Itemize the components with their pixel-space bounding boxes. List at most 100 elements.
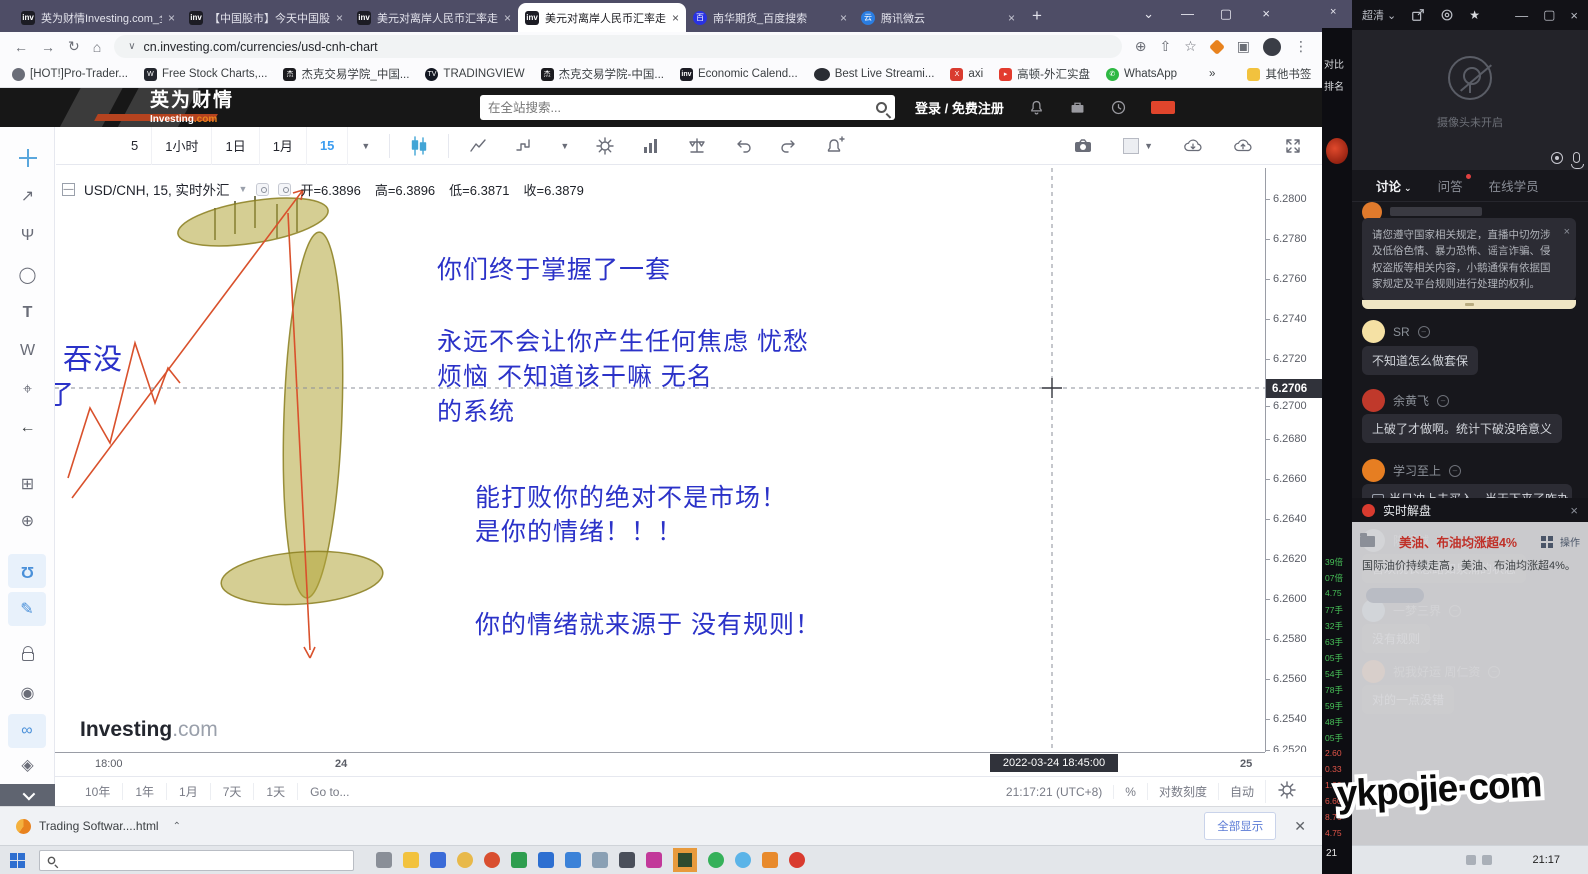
bookmark-item[interactable]: ✆WhatsApp bbox=[1106, 68, 1177, 81]
chart-canvas[interactable]: 你们终于掌握了一套 永远不会让你产生任何焦虑 忧愁 烦恼 不知道该干嘛 无名 的… bbox=[55, 168, 1265, 752]
go-to-button[interactable]: Go to... bbox=[298, 785, 361, 799]
bookmark-item[interactable]: WFree Stock Charts,... bbox=[144, 68, 267, 81]
drawing-lock-icon[interactable]: ✎ bbox=[8, 592, 46, 626]
tab-close-icon[interactable]: × bbox=[168, 11, 175, 25]
search-icon[interactable] bbox=[876, 102, 887, 113]
xabcd-pattern-tool-icon[interactable]: W bbox=[0, 334, 55, 368]
recent-clock-icon[interactable] bbox=[1110, 99, 1127, 116]
downloaded-file-chip[interactable]: Trading Softwar....html ⌃ bbox=[16, 819, 181, 834]
taskbar-app-icon[interactable] bbox=[789, 852, 805, 868]
tab-baidu-search[interactable]: 百南华期货_百度搜索× bbox=[686, 3, 854, 32]
close-icon[interactable]: × bbox=[1564, 224, 1570, 241]
browser-menu-icon[interactable]: ⋮ bbox=[1294, 38, 1308, 55]
cloud-save-icon[interactable] bbox=[1220, 127, 1266, 165]
metamask-extension-icon[interactable] bbox=[1209, 39, 1225, 55]
tab-close-icon[interactable]: × bbox=[504, 11, 511, 25]
timeframe-1h[interactable]: 1小时 bbox=[152, 127, 212, 165]
tab-china-stock[interactable]: inv【中国股市】今天中国股票...× bbox=[182, 3, 350, 32]
bookmark-item[interactable]: Best Live Streami... bbox=[814, 68, 935, 81]
trendline-tool-icon[interactable]: ↗ bbox=[0, 179, 55, 213]
quote-board-tab[interactable]: 对比 bbox=[1324, 56, 1344, 71]
cloud-load-icon[interactable] bbox=[1170, 127, 1216, 165]
back-icon[interactable]: ← bbox=[14, 39, 28, 55]
pitchfork-tool-icon[interactable]: Ψ bbox=[0, 219, 55, 253]
bookmark-item[interactable]: TVTRADINGVIEW bbox=[425, 68, 524, 81]
site-info-chevron-icon[interactable]: ∨ bbox=[128, 41, 135, 52]
taskbar-clock[interactable]: 21:17 bbox=[1532, 854, 1560, 866]
quote-board-tab[interactable]: 排名 bbox=[1324, 78, 1344, 93]
login-register-link[interactable]: 登录 / 免费注册 bbox=[915, 98, 1004, 117]
profile-avatar[interactable] bbox=[1263, 38, 1281, 56]
unlock-icon[interactable] bbox=[0, 636, 55, 670]
timeframe-1d[interactable]: 1日 bbox=[212, 127, 259, 165]
bookmark-item[interactable]: Xaxi bbox=[950, 68, 983, 81]
range-10y[interactable]: 10年 bbox=[73, 783, 123, 800]
stream-close-button[interactable]: × bbox=[1570, 8, 1578, 23]
tab-qa[interactable]: 问答 bbox=[1438, 176, 1463, 195]
prediction-tool-icon[interactable]: ⌖ bbox=[0, 373, 55, 407]
bookmark-item[interactable]: invEconomic Calend... bbox=[680, 68, 798, 81]
bar-pattern-tool-icon[interactable]: ⊞ bbox=[0, 467, 55, 501]
new-tab-button[interactable]: + bbox=[1032, 6, 1042, 26]
legend-button-icon[interactable] bbox=[256, 183, 269, 196]
taskbar-app-icon[interactable] bbox=[430, 852, 446, 868]
alert-bell-icon[interactable] bbox=[812, 127, 858, 165]
tab-close-icon[interactable]: × bbox=[1330, 6, 1336, 18]
range-7d[interactable]: 7天 bbox=[211, 783, 255, 800]
crosshair-tool-icon[interactable] bbox=[0, 141, 55, 175]
collapse-toolbar-button[interactable] bbox=[0, 784, 55, 806]
taskbar-app-icon[interactable] bbox=[565, 852, 581, 868]
layout-dropdown-icon[interactable]: ▼ bbox=[1144, 141, 1153, 151]
collapse-legend-icon[interactable]: — bbox=[62, 183, 75, 196]
live-analysis-bar[interactable]: 实时解盘 × bbox=[1352, 498, 1588, 522]
pinned-message-strip[interactable] bbox=[1362, 300, 1576, 309]
notifications-bell-icon[interactable] bbox=[1028, 99, 1045, 116]
bookmarks-overflow-chevron[interactable]: » bbox=[1209, 68, 1215, 80]
taskbar-search-box[interactable] bbox=[39, 850, 354, 871]
timeframe-dropdown-icon[interactable]: ▼ bbox=[348, 127, 383, 165]
stream-minimize-button[interactable]: — bbox=[1515, 8, 1528, 23]
camera-snapshot-icon[interactable] bbox=[1060, 127, 1106, 165]
text-tool-icon[interactable]: T bbox=[0, 296, 55, 330]
system-tray-icons[interactable] bbox=[1466, 855, 1492, 865]
footer-settings-gear-icon[interactable] bbox=[1265, 780, 1308, 803]
tab-usdcnh-1[interactable]: inv美元对离岸人民币汇率走势...× bbox=[350, 3, 518, 32]
start-button-icon[interactable] bbox=[10, 853, 25, 868]
forward-icon[interactable]: → bbox=[41, 39, 55, 55]
taskbar-app-icon[interactable] bbox=[708, 852, 724, 868]
share-icon[interactable]: ⇧ bbox=[1159, 38, 1171, 55]
magnet-mode-icon[interactable]: Ω bbox=[8, 554, 46, 588]
window-menu-icon[interactable]: ⌄ bbox=[1143, 6, 1154, 22]
legend-button-icon[interactable] bbox=[278, 183, 291, 196]
zoom-in-tool-icon[interactable]: ⊕ bbox=[0, 504, 55, 538]
indicators-icon[interactable] bbox=[628, 127, 674, 165]
site-search-input[interactable] bbox=[488, 101, 876, 115]
close-download-bar-icon[interactable]: ✕ bbox=[1294, 818, 1306, 835]
taskbar-app-icon[interactable] bbox=[403, 852, 419, 868]
log-scale-button[interactable]: 对数刻度 bbox=[1147, 783, 1218, 800]
taskbar-app-icon[interactable] bbox=[762, 852, 778, 868]
tab-online-students[interactable]: 在线学员 bbox=[1489, 176, 1539, 195]
tab-tencent-cloud[interactable]: 云腾讯微云× bbox=[854, 3, 1022, 32]
taskbar-app-icon[interactable] bbox=[376, 852, 392, 868]
bookmark-item[interactable]: 杰杰克交易学院_中国... bbox=[283, 66, 409, 82]
redo-icon[interactable] bbox=[766, 127, 812, 165]
tab-discussion[interactable]: 讨论⌄ bbox=[1376, 176, 1412, 195]
url-field[interactable]: ∨ cn.investing.com/currencies/usd-cnh-ch… bbox=[114, 35, 1122, 58]
taskbar-app-icon-active[interactable] bbox=[673, 848, 697, 872]
portfolio-briefcase-icon[interactable] bbox=[1069, 99, 1086, 116]
taskbar-app-icon[interactable] bbox=[735, 852, 751, 868]
taskbar-app-icon[interactable] bbox=[592, 852, 608, 868]
timeframe-5[interactable]: 5 bbox=[118, 127, 152, 165]
close-icon[interactable]: × bbox=[1570, 503, 1578, 518]
layout-square-icon[interactable]: ▼ bbox=[1110, 127, 1166, 165]
window-restore-button[interactable]: ▢ bbox=[1220, 6, 1232, 22]
auto-scale-button[interactable]: 自动 bbox=[1218, 783, 1265, 800]
interpreter-icon[interactable] bbox=[1551, 152, 1563, 164]
settings-gear-icon[interactable] bbox=[582, 127, 628, 165]
news-action-label[interactable]: 操作 bbox=[1560, 534, 1580, 549]
tab-close-icon[interactable]: × bbox=[840, 11, 847, 25]
window-minimize-button[interactable]: — bbox=[1181, 6, 1194, 21]
stream-quality-selector[interactable]: 超清 ⌄ bbox=[1362, 7, 1396, 23]
stream-restore-button[interactable]: ▢ bbox=[1543, 7, 1555, 23]
